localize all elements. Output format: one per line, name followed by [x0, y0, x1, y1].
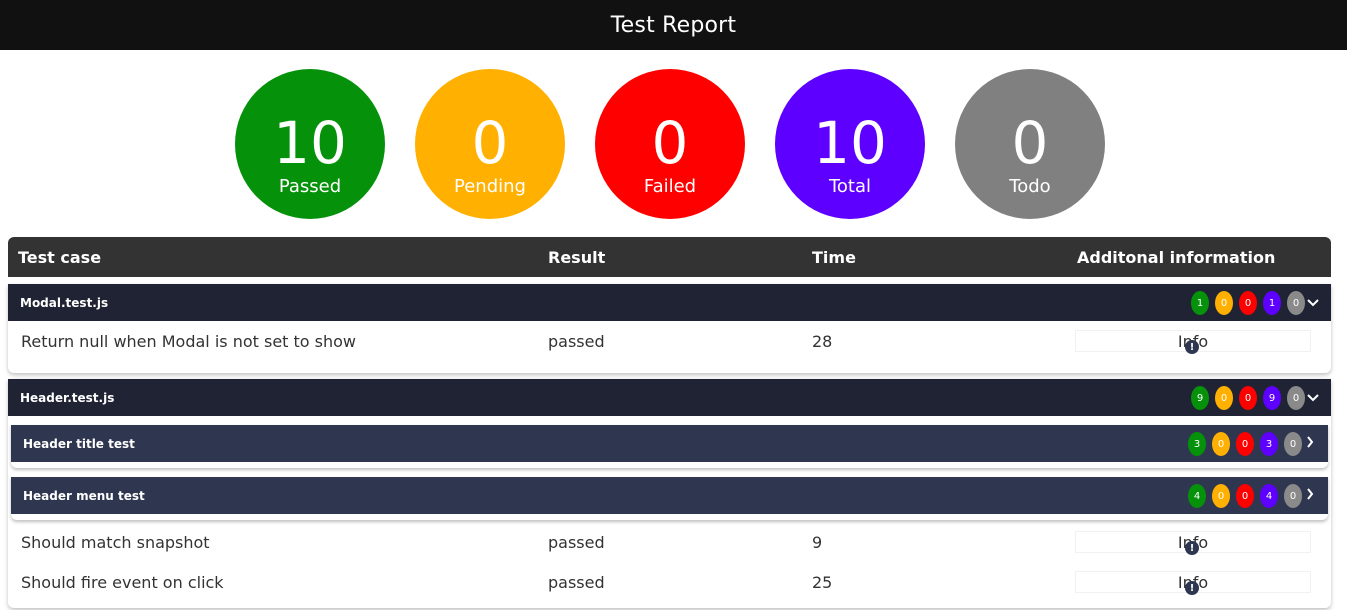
failed-badge: 0 [1239, 386, 1257, 410]
passed-badge: 1 [1191, 291, 1209, 315]
info-circle-icon: ! [1185, 340, 1199, 354]
failed-summary: 0 Failed [595, 69, 745, 219]
pending-label: Pending [454, 176, 526, 197]
todo-badge: 0 [1287, 291, 1305, 315]
pending-count: 0 [471, 109, 509, 177]
failed-count: 0 [651, 109, 689, 177]
pending-badge: 0 [1215, 291, 1233, 315]
group-counts: 9 0 0 9 0 [1185, 386, 1319, 410]
todo-badge: 0 [1284, 432, 1302, 456]
test-group-modal: Modal.test.js 1 0 0 1 0 Return null when… [8, 284, 1331, 373]
passed-label: Passed [278, 176, 342, 197]
header-result: Result [548, 248, 606, 267]
failed-label: Failed [643, 176, 697, 197]
subgroup-name: Header menu test [23, 489, 145, 503]
header-additional-info: Additonal information [1077, 248, 1276, 267]
group-header-header[interactable]: Header.test.js 9 0 0 9 0 [8, 379, 1331, 416]
total-badge: 4 [1260, 484, 1278, 508]
chevron-right-icon[interactable] [1304, 488, 1316, 504]
table-row: Return null when Modal is not set to sho… [8, 321, 1331, 361]
passed-summary: 10 Passed [235, 69, 385, 219]
header-time: Time [812, 248, 856, 267]
subgroup-counts: 4 0 0 4 0 [1182, 484, 1316, 508]
test-name: Should match snapshot [21, 533, 210, 552]
table-row: Should fire event on click passed 25 ! I… [8, 562, 1331, 602]
chevron-right-icon[interactable] [1304, 436, 1316, 452]
group-counts: 1 0 0 1 0 [1185, 291, 1319, 315]
table-header: Test case Result Time Additonal informat… [8, 237, 1331, 277]
group-name: Modal.test.js [20, 296, 109, 310]
info-circle-icon: ! [1185, 541, 1199, 555]
pending-summary: 0 Pending [415, 69, 565, 219]
test-name: Return null when Modal is not set to sho… [21, 332, 357, 351]
test-time: 28 [812, 332, 833, 351]
total-count: 10 [813, 109, 887, 177]
subgroup-header[interactable]: Header title test 3 0 0 3 0 [11, 425, 1328, 462]
results-table: Test case Result Time Additonal informat… [8, 237, 1331, 277]
pending-badge: 0 [1212, 432, 1230, 456]
passed-count: 10 [273, 109, 347, 177]
header-test-case: Test case [18, 248, 102, 267]
chevron-down-icon[interactable] [1307, 295, 1319, 311]
summary-circles: 10 Passed 0 Pending 0 Failed 10 Total 0 … [0, 50, 1347, 220]
test-result: passed [548, 573, 605, 592]
table-row: Should match snapshot passed 9 ! Info [8, 522, 1331, 562]
total-summary: 10 Total [775, 69, 925, 219]
test-name: Should fire event on click [21, 573, 224, 592]
test-time: 25 [812, 573, 833, 592]
app-header: Test Report [0, 0, 1347, 50]
failed-badge: 0 [1236, 432, 1254, 456]
page-title: Test Report [610, 12, 737, 38]
info-circle-icon: ! [1185, 581, 1199, 595]
passed-badge: 9 [1191, 386, 1209, 410]
info-button[interactable]: ! Info [1075, 531, 1311, 555]
group-header-modal[interactable]: Modal.test.js 1 0 0 1 0 [8, 284, 1331, 321]
total-badge: 1 [1263, 291, 1281, 315]
total-badge: 9 [1263, 386, 1281, 410]
pending-badge: 0 [1212, 484, 1230, 508]
todo-count: 0 [1011, 109, 1049, 177]
todo-badge: 0 [1287, 386, 1305, 410]
subgroup-header-menu-test: Header menu test 4 0 0 4 0 [11, 477, 1328, 520]
passed-badge: 4 [1188, 484, 1206, 508]
total-badge: 3 [1260, 432, 1278, 456]
pending-badge: 0 [1215, 386, 1233, 410]
test-result: passed [548, 332, 605, 351]
todo-badge: 0 [1284, 484, 1302, 508]
subgroup-header[interactable]: Header menu test 4 0 0 4 0 [11, 477, 1328, 514]
group-name: Header.test.js [20, 391, 115, 405]
total-label: Total [828, 176, 872, 197]
info-button[interactable]: ! Info [1075, 330, 1311, 354]
test-result: passed [548, 533, 605, 552]
subgroup-counts: 3 0 0 3 0 [1182, 432, 1316, 456]
passed-badge: 3 [1188, 432, 1206, 456]
todo-summary: 0 Todo [955, 69, 1105, 219]
test-group-header: Header.test.js 9 0 0 9 0 Header title te… [8, 379, 1331, 608]
subgroup-name: Header title test [23, 437, 135, 451]
subgroup-header-title-test: Header title test 3 0 0 3 0 [11, 425, 1328, 468]
info-button[interactable]: ! Info [1075, 571, 1311, 595]
todo-label: Todo [1009, 176, 1051, 197]
failed-badge: 0 [1236, 484, 1254, 508]
chevron-down-icon[interactable] [1307, 390, 1319, 406]
failed-badge: 0 [1239, 291, 1257, 315]
test-time: 9 [812, 533, 823, 552]
